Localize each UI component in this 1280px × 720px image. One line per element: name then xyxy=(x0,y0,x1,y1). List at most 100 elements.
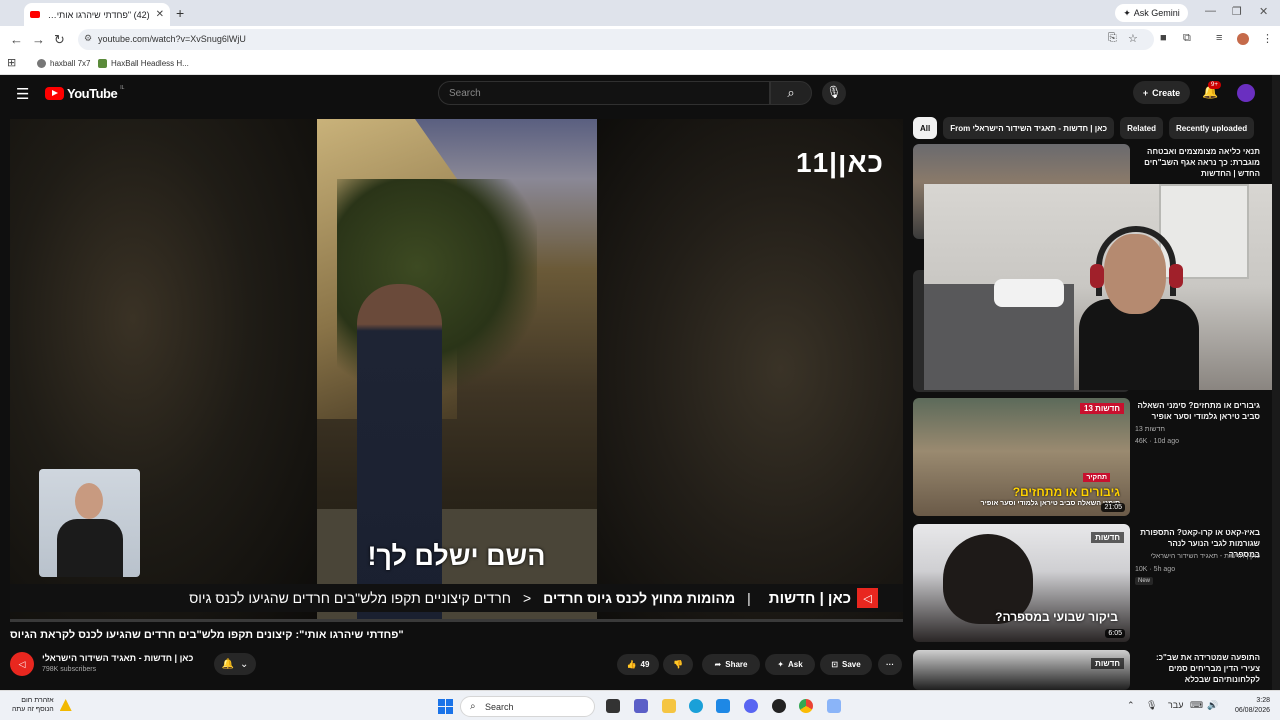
taskbar-clock[interactable]: 3:28 06/08/2026 xyxy=(1226,696,1270,716)
microphone-icon[interactable]: 🎙 xyxy=(1146,700,1157,711)
thumb-subline: סימני השאלה סביב טיראן גלמודי וסער אופיר xyxy=(980,500,1120,507)
new-badge: New xyxy=(1135,577,1154,585)
channel-avatar[interactable]: ◁ xyxy=(10,652,34,676)
app-icon[interactable] xyxy=(772,699,786,713)
puzzle-icon[interactable]: ⧉ xyxy=(1183,32,1191,45)
sparkle-icon: ✦ xyxy=(777,660,784,669)
close-window-icon[interactable]: ✕ xyxy=(1259,5,1268,18)
recommended-meta: 46K · 10d ago xyxy=(1135,438,1179,445)
thumb-brand: חדשות xyxy=(1091,532,1124,543)
ask-button[interactable]: ✦ Ask xyxy=(765,654,815,675)
ticker-headline: מהומות מחוץ לכנס גיוס חרדים xyxy=(543,590,736,606)
recommended-thumbnail[interactable]: חדשות xyxy=(913,650,1130,690)
headphones-icon xyxy=(1096,226,1176,296)
windows-start-icon[interactable] xyxy=(438,699,453,714)
media-control-icon[interactable]: ≡ xyxy=(1216,32,1222,44)
apps-grid-icon[interactable]: ⊞ xyxy=(7,56,16,69)
chip-related[interactable]: Related xyxy=(1120,117,1163,139)
recommended-thumbnail[interactable]: חדשות ביקור שבועי במספרה? 6:05 xyxy=(913,524,1130,642)
chip-from-channel[interactable]: From כאן | חדשות - תאגיד השידור הישראלי xyxy=(943,117,1115,139)
weather-line1: אזהרת חום xyxy=(21,697,54,704)
recommended-channel[interactable]: חדשות 13 xyxy=(1135,426,1165,433)
chip-recently-uploaded[interactable]: Recently uploaded xyxy=(1168,117,1255,139)
youtube-header: ☰ YouTube IL Search ⌕ 🎙 + Create 🔔 9+ xyxy=(0,75,1280,113)
youtube-favicon-icon xyxy=(30,11,40,18)
reload-icon[interactable]: ↻ xyxy=(54,32,65,48)
save-button[interactable]: ⊡ Save xyxy=(820,654,872,675)
bookmark-haxball[interactable]: haxball 7x7 xyxy=(37,59,90,68)
ticker-text: חרדים קיצוניים תקפו מלש"בים חרדים שהגיעו… xyxy=(189,590,511,606)
install-icon[interactable]: ⎘ xyxy=(1108,32,1117,45)
extension-icon[interactable]: ■ xyxy=(1160,32,1167,44)
gemini-sparkle-icon: ✦ xyxy=(1123,7,1131,18)
bookmark-star-icon[interactable]: ☆ xyxy=(1128,32,1138,45)
account-avatar[interactable] xyxy=(1237,84,1255,102)
recommended-channel[interactable]: כאן | חדשות - תאגיד השידור הישראלי xyxy=(1135,553,1260,560)
windows-taskbar: אזהרת חום הנוסף זה עתה ⌕ Search ⌃ 🎙 עבר … xyxy=(0,690,1280,720)
recommended-title[interactable]: תנאי כליאה מצומצמים ואבטחה מוגברת: כך נר… xyxy=(1135,146,1260,179)
language-indicator[interactable]: עבר xyxy=(1168,700,1183,710)
bookmark-haxball-headless[interactable]: HaxBall Headless H... xyxy=(98,59,189,68)
video-player[interactable]: כאן|11 השם ישלם לך! ◁ כאן | חדשות | מהומ… xyxy=(10,119,903,619)
haxball-icon xyxy=(98,59,107,68)
taskbar-search-input[interactable]: ⌕ Search xyxy=(460,696,595,717)
chrome-icon[interactable] xyxy=(799,699,813,713)
headphone-cup xyxy=(1169,264,1183,288)
dislike-button[interactable]: 👎 xyxy=(663,654,693,675)
tab-close-icon[interactable]: ✕ xyxy=(156,9,164,20)
hamburger-menu-icon[interactable]: ☰ xyxy=(16,85,29,103)
channel-name[interactable]: כאן | חדשות - תאגיד השידור הישראלי xyxy=(42,653,193,663)
chip-all[interactable]: All xyxy=(913,117,938,139)
address-bar[interactable]: ⚙ youtube.com/watch?v=XvSnug6lWjU xyxy=(78,29,1154,50)
warning-icon xyxy=(59,699,72,711)
browser-menu-icon[interactable]: ⋮ xyxy=(1262,32,1273,45)
search-icon: ⌕ xyxy=(470,701,476,712)
store-icon[interactable] xyxy=(716,699,730,713)
minimize-icon[interactable]: — xyxy=(1205,5,1216,17)
voice-search-button[interactable]: 🎙 xyxy=(822,81,846,105)
more-actions-button[interactable]: ··· xyxy=(878,654,902,675)
new-tab-button[interactable]: + xyxy=(176,5,184,21)
page-scrollbar[interactable] xyxy=(1272,75,1280,690)
app-icon[interactable] xyxy=(827,699,841,713)
back-icon[interactable]: ← xyxy=(10,32,23,47)
recommended-meta: 10K · 5h ago xyxy=(1135,566,1176,573)
bookmarks-bar: ⊞ haxball 7x7 HaxBall Headless H... xyxy=(0,53,1280,75)
video-progress-bar[interactable] xyxy=(10,619,903,622)
clock-time: 3:28 xyxy=(1256,697,1270,704)
forward-icon[interactable]: → xyxy=(32,32,45,47)
recommended-thumbnail[interactable]: חדשות 13 תחקיר גיבורים או מתחזים? סימני … xyxy=(913,398,1130,516)
browser-toolbar: ← → ↻ ⚙ youtube.com/watch?v=XvSnug6lWjU … xyxy=(0,26,1280,53)
youtube-logo[interactable]: YouTube IL xyxy=(45,85,124,101)
subscribed-bell-button[interactable]: 🔔 ⌄ xyxy=(214,653,256,675)
search-button[interactable]: ⌕ xyxy=(770,81,812,105)
profile-avatar[interactable] xyxy=(1237,33,1249,45)
edge-icon[interactable] xyxy=(689,699,703,713)
recommended-title[interactable]: התופעה שמטרידה את שב"כ: צעירי הדין מבריח… xyxy=(1135,652,1260,688)
create-button[interactable]: + Create xyxy=(1133,81,1190,104)
clock-date: 06/08/2026 xyxy=(1234,707,1270,714)
browser-tab-youtube[interactable]: (42) "פחדתי שיהרגו אותי": קיצוני ✕ xyxy=(24,3,170,26)
ask-gemini-button[interactable]: ✦ Ask Gemini xyxy=(1115,4,1188,22)
network-icon[interactable]: ⌨ xyxy=(1190,700,1203,711)
volume-icon[interactable]: 🔊 xyxy=(1207,700,1218,711)
recommended-title[interactable]: גיבורים או מתחזים? סימני השאלה סביב טירא… xyxy=(1135,400,1260,422)
thumb-tag: תחקיר xyxy=(1083,473,1110,482)
site-info-icon[interactable]: ⚙ xyxy=(84,33,92,44)
interpreter-head xyxy=(75,483,103,519)
webcam-pillow xyxy=(994,279,1064,307)
ticker-brand: כאן | חדשות xyxy=(768,589,851,607)
restore-icon[interactable]: ❐ xyxy=(1232,5,1242,18)
file-explorer-icon[interactable] xyxy=(662,699,676,713)
task-view-icon[interactable] xyxy=(606,699,620,713)
share-button[interactable]: ➦ Share xyxy=(702,654,760,675)
thumb-brand: חדשות 13 xyxy=(1080,403,1124,414)
headphone-cup xyxy=(1090,264,1104,288)
search-input[interactable]: Search xyxy=(438,81,770,105)
tray-chevron-icon[interactable]: ⌃ xyxy=(1127,700,1135,711)
like-button[interactable]: 👍 49 xyxy=(617,654,659,675)
thumb-headline: ביקור שבועי במספרה? xyxy=(995,610,1118,624)
weather-widget[interactable]: אזהרת חום הנוסף זה עתה xyxy=(12,696,72,714)
discord-icon[interactable] xyxy=(744,699,758,713)
teams-icon[interactable] xyxy=(634,699,648,713)
